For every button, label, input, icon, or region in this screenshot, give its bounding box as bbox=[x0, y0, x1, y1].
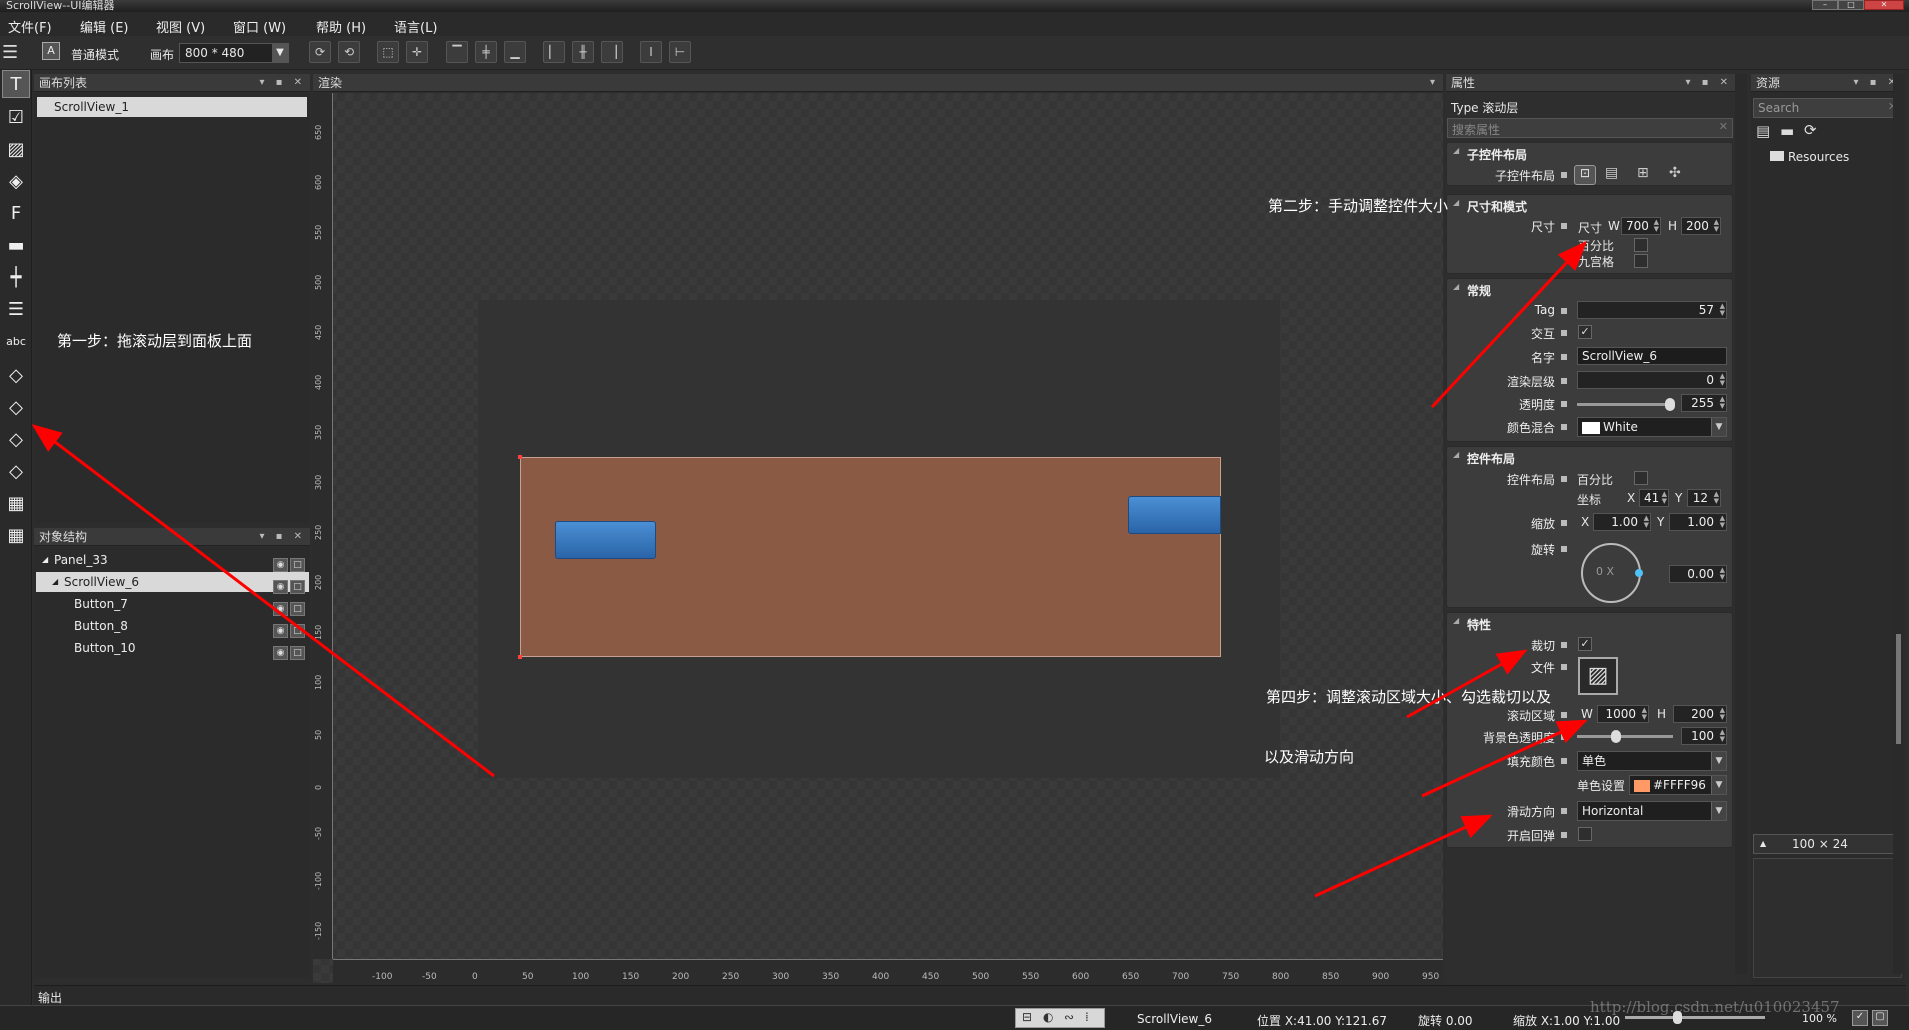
arrow-step1 bbox=[31, 424, 495, 778]
annotation-arrows bbox=[31, 240, 1588, 898]
arrow-clip bbox=[1406, 649, 1528, 719]
arrow-scroll-area bbox=[1421, 719, 1588, 798]
arrow-direction bbox=[1314, 814, 1493, 898]
arrow-step2 bbox=[1430, 240, 1588, 409]
